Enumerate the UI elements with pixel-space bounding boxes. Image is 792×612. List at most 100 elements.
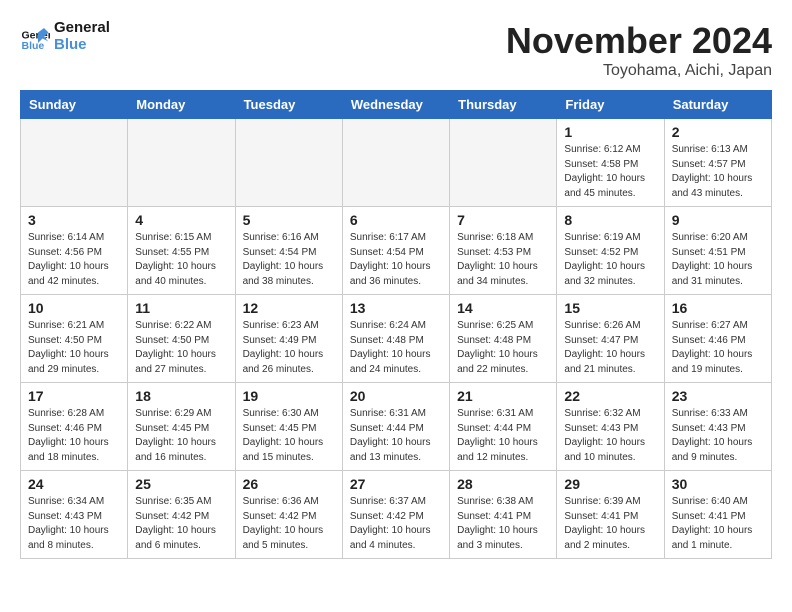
day-info: Sunrise: 6:33 AM Sunset: 4:43 PM Dayligh… — [672, 407, 764, 465]
day-number: 18 — [135, 388, 227, 404]
weekday-header-wednesday: Wednesday — [342, 91, 449, 119]
calendar-cell: 26 Sunrise: 6:36 AM Sunset: 4:42 PM Dayli… — [235, 471, 342, 559]
day-number: 1 — [564, 124, 656, 140]
day-number: 12 — [243, 300, 335, 316]
calendar-cell: 7 Sunrise: 6:18 AM Sunset: 4:53 PM Daylig… — [450, 207, 557, 295]
day-number: 7 — [457, 212, 549, 228]
calendar-week-2: 3 Sunrise: 6:14 AM Sunset: 4:56 PM Daylig… — [21, 207, 772, 295]
calendar-cell: 18 Sunrise: 6:29 AM Sunset: 4:45 PM Dayli… — [128, 383, 235, 471]
calendar-cell: 12 Sunrise: 6:23 AM Sunset: 4:49 PM Dayli… — [235, 295, 342, 383]
title-section: November 2024 Toyohama, Aichi, Japan — [506, 20, 772, 80]
day-info: Sunrise: 6:34 AM Sunset: 4:43 PM Dayligh… — [28, 495, 120, 553]
calendar-cell: 19 Sunrise: 6:30 AM Sunset: 4:45 PM Dayli… — [235, 383, 342, 471]
day-info: Sunrise: 6:15 AM Sunset: 4:55 PM Dayligh… — [135, 231, 227, 289]
calendar-cell: 25 Sunrise: 6:35 AM Sunset: 4:42 PM Dayli… — [128, 471, 235, 559]
calendar-cell: 10Sunrise: 6:21 AM Sunset: 4:50 PM Dayli… — [21, 295, 128, 383]
calendar-cell: 16 Sunrise: 6:27 AM Sunset: 4:46 PM Dayli… — [664, 295, 771, 383]
day-number: 25 — [135, 476, 227, 492]
calendar-cell: 11Sunrise: 6:22 AM Sunset: 4:50 PM Dayli… — [128, 295, 235, 383]
calendar-cell: 1 Sunrise: 6:12 AM Sunset: 4:58 PM Daylig… — [557, 119, 664, 207]
day-info: Sunrise: 6:26 AM Sunset: 4:47 PM Dayligh… — [564, 319, 656, 377]
calendar-cell: 13 Sunrise: 6:24 AM Sunset: 4:48 PM Dayli… — [342, 295, 449, 383]
weekday-header-friday: Friday — [557, 91, 664, 119]
day-info: Sunrise: 6:38 AM Sunset: 4:41 PM Dayligh… — [457, 495, 549, 553]
calendar-cell: 20 Sunrise: 6:31 AM Sunset: 4:44 PM Dayli… — [342, 383, 449, 471]
day-number: 3 — [28, 212, 120, 228]
day-info: Sunrise: 6:23 AM Sunset: 4:49 PM Dayligh… — [243, 319, 335, 377]
day-info: Sunrise: 6:31 AM Sunset: 4:44 PM Dayligh… — [350, 407, 442, 465]
day-number: 17 — [28, 388, 120, 404]
day-info: Sunrise: 6:17 AM Sunset: 4:54 PM Dayligh… — [350, 231, 442, 289]
day-info: Sunrise: 6:40 AM Sunset: 4:41 PM Dayligh… — [672, 495, 764, 553]
calendar-week-3: 10Sunrise: 6:21 AM Sunset: 4:50 PM Dayli… — [21, 295, 772, 383]
calendar-cell: 2Sunrise: 6:13 AM Sunset: 4:57 PM Daylig… — [664, 119, 771, 207]
calendar-cell: 3 Sunrise: 6:14 AM Sunset: 4:56 PM Daylig… — [21, 207, 128, 295]
day-number: 4 — [135, 212, 227, 228]
day-info: Sunrise: 6:22 AM Sunset: 4:50 PM Dayligh… — [135, 319, 227, 377]
calendar-cell: 14 Sunrise: 6:25 AM Sunset: 4:48 PM Dayli… — [450, 295, 557, 383]
calendar-cell: 15 Sunrise: 6:26 AM Sunset: 4:47 PM Dayli… — [557, 295, 664, 383]
calendar-cell: 24 Sunrise: 6:34 AM Sunset: 4:43 PM Dayli… — [21, 471, 128, 559]
day-number: 19 — [243, 388, 335, 404]
day-info: Sunrise: 6:20 AM Sunset: 4:51 PM Dayligh… — [672, 231, 764, 289]
day-number: 6 — [350, 212, 442, 228]
calendar-week-1: 1 Sunrise: 6:12 AM Sunset: 4:58 PM Daylig… — [21, 119, 772, 207]
day-info: Sunrise: 6:36 AM Sunset: 4:42 PM Dayligh… — [243, 495, 335, 553]
day-info: Sunrise: 6:14 AM Sunset: 4:56 PM Dayligh… — [28, 231, 120, 289]
day-info: Sunrise: 6:30 AM Sunset: 4:45 PM Dayligh… — [243, 407, 335, 465]
calendar-cell: 6 Sunrise: 6:17 AM Sunset: 4:54 PM Daylig… — [342, 207, 449, 295]
day-info: Sunrise: 6:29 AM Sunset: 4:45 PM Dayligh… — [135, 407, 227, 465]
calendar-cell — [128, 119, 235, 207]
calendar-cell: 4 Sunrise: 6:15 AM Sunset: 4:55 PM Daylig… — [128, 207, 235, 295]
calendar-cell: 21Sunrise: 6:31 AM Sunset: 4:44 PM Dayli… — [450, 383, 557, 471]
location-title: Toyohama, Aichi, Japan — [506, 62, 772, 80]
svg-text:Blue: Blue — [22, 40, 45, 52]
calendar-cell: 17 Sunrise: 6:28 AM Sunset: 4:46 PM Dayli… — [21, 383, 128, 471]
day-number: 30 — [672, 476, 764, 492]
weekday-header-sunday: Sunday — [21, 91, 128, 119]
day-info: Sunrise: 6:12 AM Sunset: 4:58 PM Dayligh… — [564, 143, 656, 201]
day-number: 22 — [564, 388, 656, 404]
calendar-week-4: 17 Sunrise: 6:28 AM Sunset: 4:46 PM Dayli… — [21, 383, 772, 471]
calendar-week-5: 24 Sunrise: 6:34 AM Sunset: 4:43 PM Dayli… — [21, 471, 772, 559]
day-info: Sunrise: 6:18 AM Sunset: 4:53 PM Dayligh… — [457, 231, 549, 289]
calendar-cell: 27 Sunrise: 6:37 AM Sunset: 4:42 PM Dayli… — [342, 471, 449, 559]
calendar-cell: 23Sunrise: 6:33 AM Sunset: 4:43 PM Dayli… — [664, 383, 771, 471]
day-number: 24 — [28, 476, 120, 492]
day-number: 2 — [672, 124, 764, 140]
day-info: Sunrise: 6:16 AM Sunset: 4:54 PM Dayligh… — [243, 231, 335, 289]
calendar-cell — [450, 119, 557, 207]
day-number: 9 — [672, 212, 764, 228]
day-info: Sunrise: 6:27 AM Sunset: 4:46 PM Dayligh… — [672, 319, 764, 377]
weekday-header-tuesday: Tuesday — [235, 91, 342, 119]
day-info: Sunrise: 6:28 AM Sunset: 4:46 PM Dayligh… — [28, 407, 120, 465]
day-number: 26 — [243, 476, 335, 492]
day-number: 15 — [564, 300, 656, 316]
month-title: November 2024 — [506, 20, 772, 62]
weekday-header-thursday: Thursday — [450, 91, 557, 119]
header: General Blue General Blue November 2024 … — [20, 20, 772, 80]
day-number: 14 — [457, 300, 549, 316]
calendar-cell: 5 Sunrise: 6:16 AM Sunset: 4:54 PM Daylig… — [235, 207, 342, 295]
calendar-cell — [21, 119, 128, 207]
day-info: Sunrise: 6:21 AM Sunset: 4:50 PM Dayligh… — [28, 319, 120, 377]
calendar-cell — [235, 119, 342, 207]
day-info: Sunrise: 6:32 AM Sunset: 4:43 PM Dayligh… — [564, 407, 656, 465]
day-number: 20 — [350, 388, 442, 404]
day-info: Sunrise: 6:39 AM Sunset: 4:41 PM Dayligh… — [564, 495, 656, 553]
day-info: Sunrise: 6:24 AM Sunset: 4:48 PM Dayligh… — [350, 319, 442, 377]
day-info: Sunrise: 6:35 AM Sunset: 4:42 PM Dayligh… — [135, 495, 227, 553]
calendar-cell: 8Sunrise: 6:19 AM Sunset: 4:52 PM Daylig… — [557, 207, 664, 295]
day-info: Sunrise: 6:25 AM Sunset: 4:48 PM Dayligh… — [457, 319, 549, 377]
day-number: 5 — [243, 212, 335, 228]
day-number: 27 — [350, 476, 442, 492]
calendar-cell — [342, 119, 449, 207]
day-number: 8 — [564, 212, 656, 228]
calendar-table: SundayMondayTuesdayWednesdayThursdayFrid… — [20, 90, 772, 559]
day-number: 13 — [350, 300, 442, 316]
logo-icon: General Blue — [20, 22, 50, 52]
day-number: 16 — [672, 300, 764, 316]
day-info: Sunrise: 6:37 AM Sunset: 4:42 PM Dayligh… — [350, 495, 442, 553]
calendar-cell: 30 Sunrise: 6:40 AM Sunset: 4:41 PM Dayli… — [664, 471, 771, 559]
weekday-header-saturday: Saturday — [664, 91, 771, 119]
